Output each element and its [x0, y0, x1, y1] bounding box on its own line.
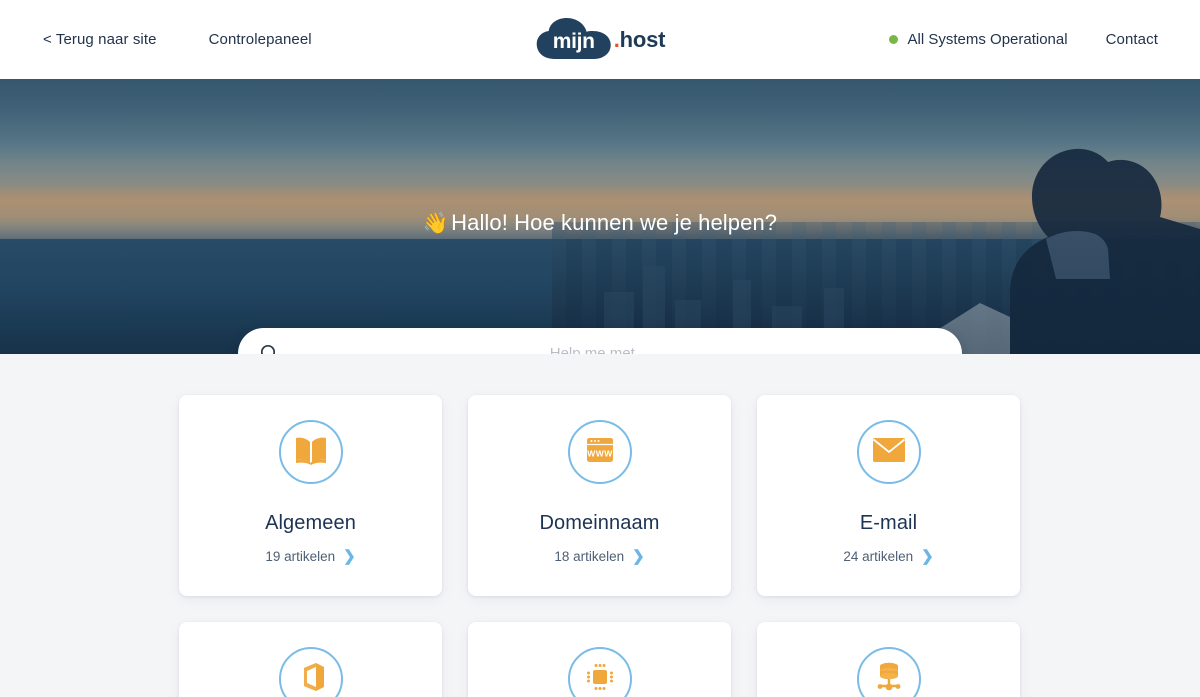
category-section: Algemeen 19 artikelen ❯ WWW Domeinnaam 1… — [0, 354, 1200, 697]
status-dot-icon — [888, 35, 898, 44]
category-card-algemeen[interactable]: Algemeen 19 artikelen ❯ — [179, 395, 442, 596]
category-title: Domeinnaam — [539, 512, 660, 534]
category-title: E-mail — [859, 512, 918, 534]
nav-back-to-site[interactable]: < Terug naar site — [43, 31, 157, 48]
category-card-server[interactable] — [468, 622, 731, 697]
waving-hand-icon: 👋 — [422, 212, 450, 235]
hero-title: 👋Hallo! Hoe kunnen we je helpen? — [0, 210, 1200, 236]
envelope-icon — [872, 437, 906, 468]
office-icon — [296, 661, 326, 697]
category-card-office[interactable] — [179, 622, 442, 697]
site-header: < Terug naar site Controlepaneel mijn .h… — [0, 0, 1200, 79]
cpu-chip-icon — [584, 661, 616, 697]
hero-section: 👋Hallo! Hoe kunnen we je helpen? — [0, 79, 1200, 354]
nav-control-panel[interactable]: Controlepaneel — [209, 31, 312, 48]
icon-circle — [278, 647, 343, 697]
category-title: Algemeen — [265, 512, 356, 534]
article-count: 18 artikelen — [554, 549, 625, 564]
cloud-icon: mijn — [535, 17, 613, 62]
book-icon — [294, 435, 328, 470]
hero-title-text: Hallo! Hoe kunnen we je helpen? — [451, 210, 778, 235]
article-count: 19 artikelen — [265, 549, 336, 564]
icon-circle: WWW — [567, 420, 632, 484]
logo-host-text: .host — [614, 27, 666, 53]
chevron-right-icon: ❯ — [632, 548, 645, 565]
search-input[interactable] — [279, 345, 918, 354]
article-count: 24 artikelen — [843, 549, 914, 564]
logo-cloud-text: mijn — [552, 30, 595, 53]
header-nav-right: All Systems Operational Contact — [888, 31, 1200, 48]
search-bar[interactable] — [238, 328, 962, 354]
browser-www-icon: WWW — [584, 434, 616, 471]
chevron-right-icon: ❯ — [343, 548, 356, 565]
category-meta: 18 artikelen ❯ — [554, 549, 644, 564]
category-grid: Algemeen 19 artikelen ❯ WWW Domeinnaam 1… — [179, 395, 1021, 697]
icon-circle — [278, 420, 343, 484]
site-logo[interactable]: mijn .host — [535, 17, 666, 62]
icon-circle — [856, 420, 921, 484]
category-meta: 19 artikelen ❯ — [265, 549, 355, 564]
category-card-database[interactable] — [757, 622, 1020, 697]
icon-circle — [567, 647, 632, 697]
status-badge[interactable]: All Systems Operational — [888, 31, 1068, 48]
logo-suffix: host — [619, 26, 666, 52]
database-network-icon — [873, 661, 905, 697]
svg-text:WWW: WWW — [587, 448, 613, 458]
chevron-right-icon: ❯ — [921, 548, 934, 565]
category-card-domeinnaam[interactable]: WWW Domeinnaam 18 artikelen ❯ — [468, 395, 731, 596]
status-label: All Systems Operational — [907, 31, 1068, 48]
header-nav-left: < Terug naar site Controlepaneel — [0, 31, 312, 48]
category-card-email[interactable]: E-mail 24 artikelen ❯ — [757, 395, 1020, 596]
icon-circle — [856, 647, 921, 697]
nav-contact[interactable]: Contact — [1106, 31, 1158, 48]
category-meta: 24 artikelen ❯ — [843, 549, 933, 564]
search-icon — [260, 344, 279, 354]
